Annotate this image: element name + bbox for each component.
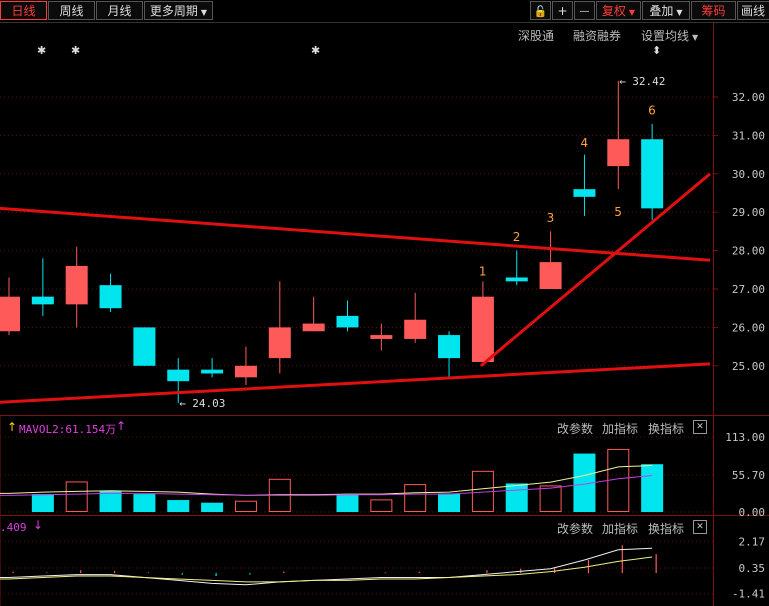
candle-body <box>31 296 54 305</box>
candle-body <box>438 335 461 359</box>
volume-bar <box>31 494 54 512</box>
price-tick-label: 27.00 <box>732 283 765 296</box>
volume-bar <box>370 499 393 513</box>
candle-body <box>471 296 494 362</box>
candle-body <box>336 315 359 328</box>
candle-body <box>201 369 224 374</box>
volume-bar <box>133 494 156 512</box>
candle-body <box>0 296 20 332</box>
stock-chart[interactable]: 32.0031.0030.0029.0028.0027.0026.0025.00… <box>0 0 769 606</box>
price-tick-label: 26.00 <box>732 321 765 334</box>
volume-bar <box>167 500 190 512</box>
candle-body <box>641 139 664 209</box>
price-tick-label: 30.00 <box>732 168 765 181</box>
volume-bar <box>201 502 224 512</box>
rising-trendline <box>479 172 711 367</box>
volume-bar <box>641 464 664 512</box>
volume-bar <box>404 484 427 512</box>
volume-tick-label: 113.00 <box>725 431 765 444</box>
candle-body <box>268 327 291 359</box>
wave-count-label: 5 <box>614 205 622 219</box>
price-tick-label: 32.00 <box>732 91 765 104</box>
low-arrow-icon: ← <box>179 397 186 410</box>
volume-tick-label: 0.00 <box>739 506 766 519</box>
resistance-trendline <box>0 206 711 262</box>
volume-bar <box>505 483 528 512</box>
wave-count-label: 3 <box>547 211 555 225</box>
candle-body <box>99 285 122 309</box>
price-tick-label: 29.00 <box>732 206 765 219</box>
high-arrow-icon: ← <box>619 75 626 88</box>
candle-body <box>302 323 325 332</box>
low-price-marker: 24.03 <box>192 397 225 410</box>
volume-bar <box>234 500 257 513</box>
macd-dif-line <box>0 547 653 586</box>
support-trendline <box>0 362 711 404</box>
candle-body <box>370 335 393 339</box>
wave-count-label: 6 <box>648 103 656 117</box>
candle-body <box>607 139 630 167</box>
candle-body <box>505 277 528 282</box>
wave-count-label: 4 <box>580 136 588 150</box>
volume-bar <box>438 493 461 512</box>
wave-count-label: 2 <box>513 230 521 244</box>
macd-tick-label: 2.17 <box>739 535 766 548</box>
candle-body <box>404 319 427 339</box>
volume-bar <box>607 448 630 513</box>
candle-body <box>167 369 190 382</box>
price-tick-label: 25.00 <box>732 360 765 373</box>
candle-body <box>234 365 257 378</box>
macd-tick-label: -1.41 <box>732 588 765 601</box>
high-price-marker: 32.42 <box>632 75 665 88</box>
candle-body <box>65 265 88 305</box>
volume-bar <box>539 485 562 513</box>
volume-tick-label: 55.70 <box>732 469 765 482</box>
wave-count-label: 1 <box>479 265 487 279</box>
volume-ma-line <box>0 465 653 496</box>
price-tick-label: 28.00 <box>732 245 765 258</box>
volume-bar <box>336 494 359 512</box>
macd-tick-label: 0.35 <box>739 562 766 575</box>
volume-bar <box>65 481 88 512</box>
candle-body <box>133 327 156 366</box>
price-tick-label: 31.00 <box>732 129 765 142</box>
candle-body <box>539 262 562 289</box>
candle-body <box>573 189 596 197</box>
